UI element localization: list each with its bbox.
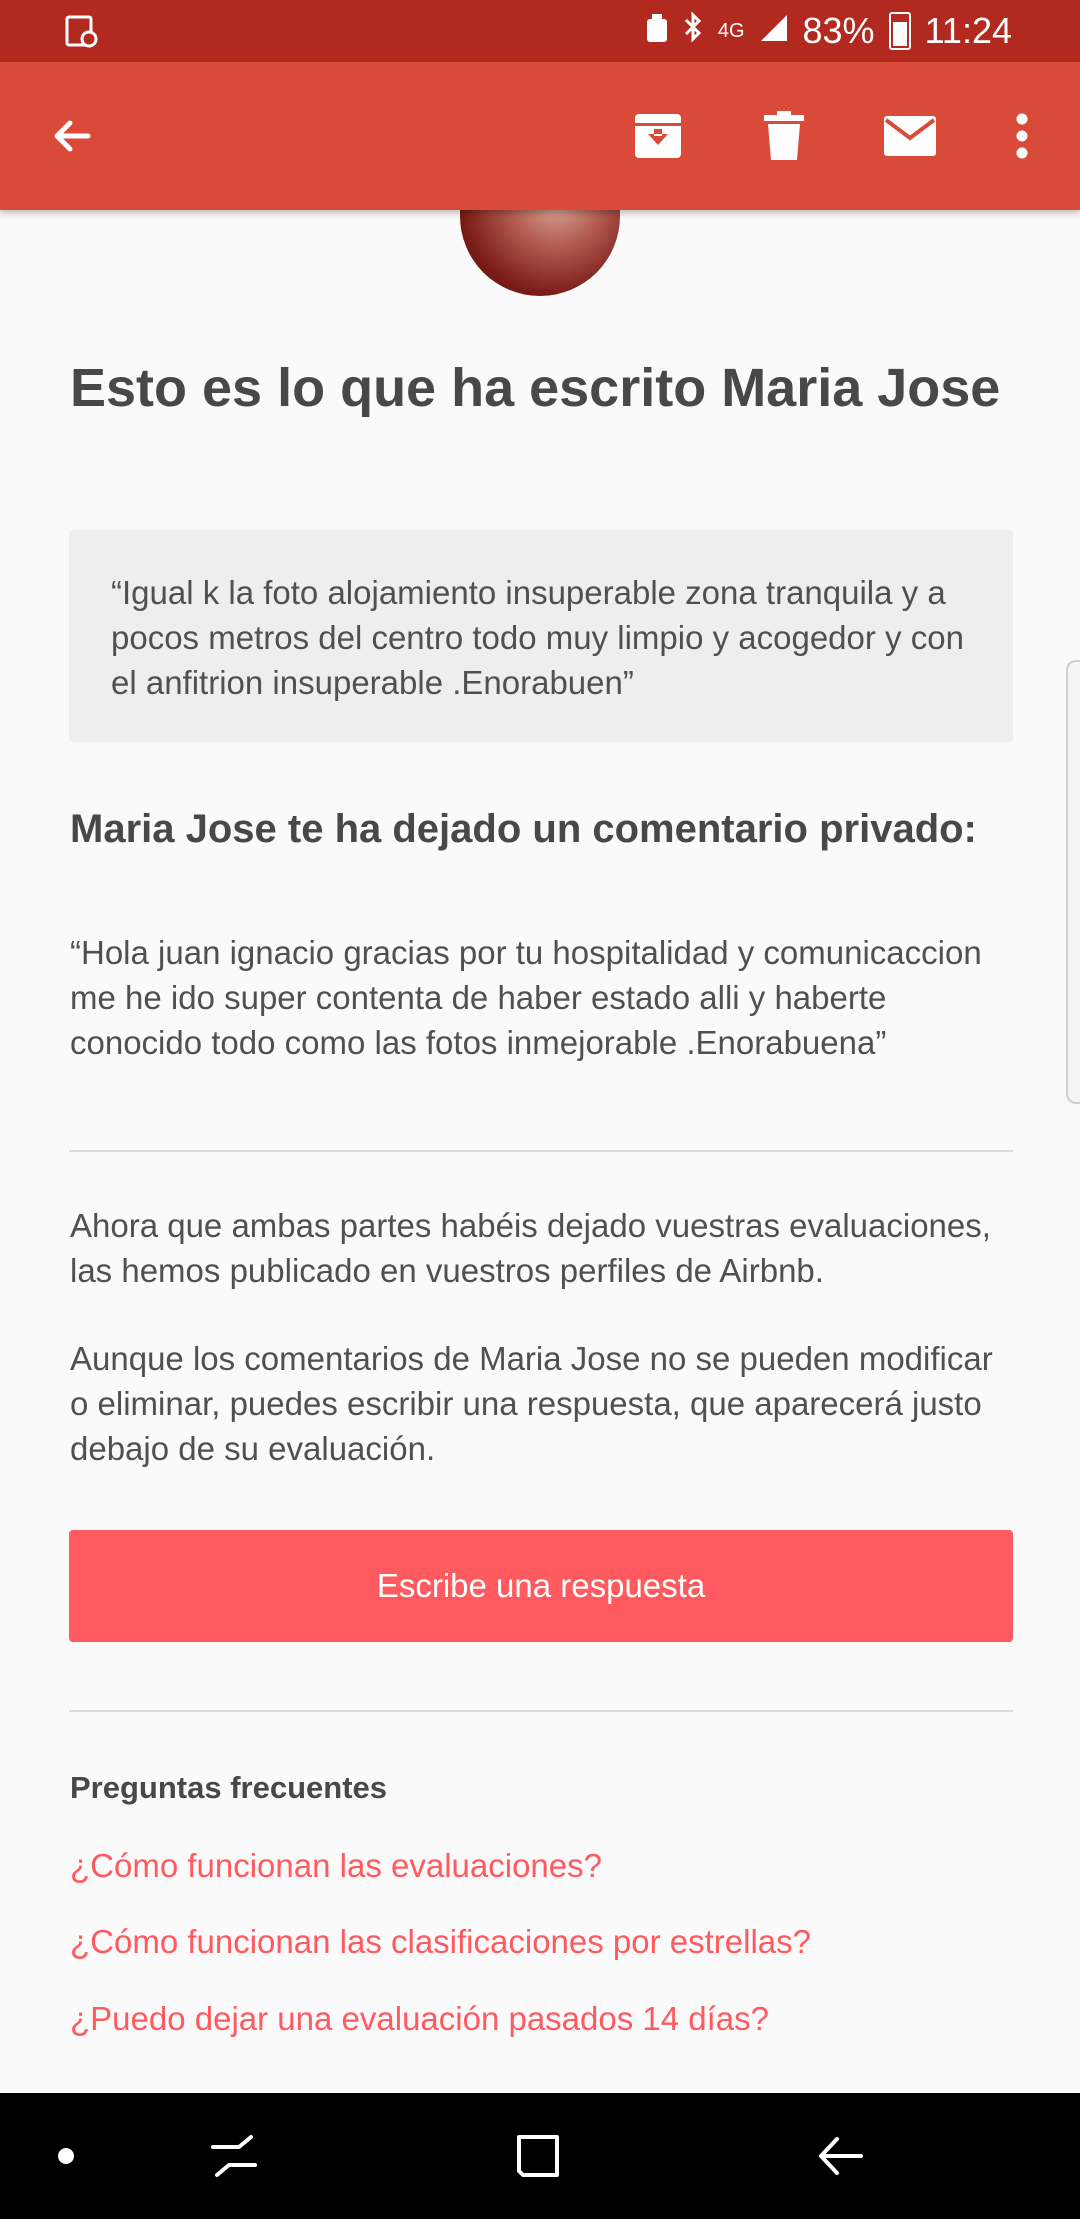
email-body: Esto es lo que ha escrito Maria Jose “Ig… [0, 210, 1080, 2093]
screenshot-notification-icon [64, 14, 98, 48]
write-reply-button[interactable]: Escribe una respuesta [69, 1530, 1013, 1642]
app-bar [0, 62, 1080, 210]
back-arrow-icon[interactable] [38, 102, 106, 170]
avatar [460, 210, 620, 296]
published-notice: Ahora que ambas partes habéis dejado vue… [70, 1207, 991, 1289]
private-comment-heading: Maria Jose te ha dejado un comentario pr… [70, 807, 977, 851]
network-type: 4G [717, 19, 745, 42]
home-icon[interactable] [508, 2126, 568, 2186]
battery-icon [888, 12, 911, 50]
divider [69, 1710, 1013, 1712]
mail-icon[interactable] [876, 102, 944, 170]
battery-percentage: 83% [802, 10, 875, 51]
delete-icon[interactable] [750, 102, 818, 170]
overflow-menu-icon[interactable] [988, 102, 1056, 170]
navigation-bar [0, 2093, 1080, 2219]
private-comment-text: “Hola juan ignacio gracias por tu hospit… [70, 934, 982, 1061]
back-icon[interactable] [810, 2126, 870, 2186]
dot-icon[interactable] [36, 2126, 96, 2186]
public-review-box: “Igual k la foto alojamiento insuperable… [69, 530, 1013, 742]
status-bar: 4G 83% 11:24 [0, 0, 1080, 62]
archive-icon[interactable] [624, 102, 692, 170]
public-review-text: “Igual k la foto alojamiento insuperable… [111, 574, 964, 701]
bluetooth-icon [682, 10, 704, 52]
faq-link-evaluations[interactable]: ¿Cómo funcionan las evaluaciones? [70, 1847, 602, 1885]
signal-icon [759, 10, 789, 52]
scroll-handle[interactable] [1066, 660, 1080, 1104]
page-title: Esto es lo que ha escrito Maria Jose [70, 358, 1001, 418]
recent-apps-icon[interactable] [204, 2126, 264, 2186]
divider [69, 1150, 1013, 1152]
usb-icon [646, 10, 668, 52]
response-notice: Aunque los comentarios de Maria Jose no … [70, 1340, 993, 1467]
status-indicators: 4G 83% 11:24 [646, 0, 1012, 62]
clock: 11:24 [924, 10, 1012, 51]
faq-link-star-ratings[interactable]: ¿Cómo funcionan las clasificaciones por … [70, 1923, 811, 1961]
faq-heading: Preguntas frecuentes [70, 1770, 387, 1805]
faq-link-late-review[interactable]: ¿Puedo dejar una evaluación pasados 14 d… [70, 2000, 769, 2038]
